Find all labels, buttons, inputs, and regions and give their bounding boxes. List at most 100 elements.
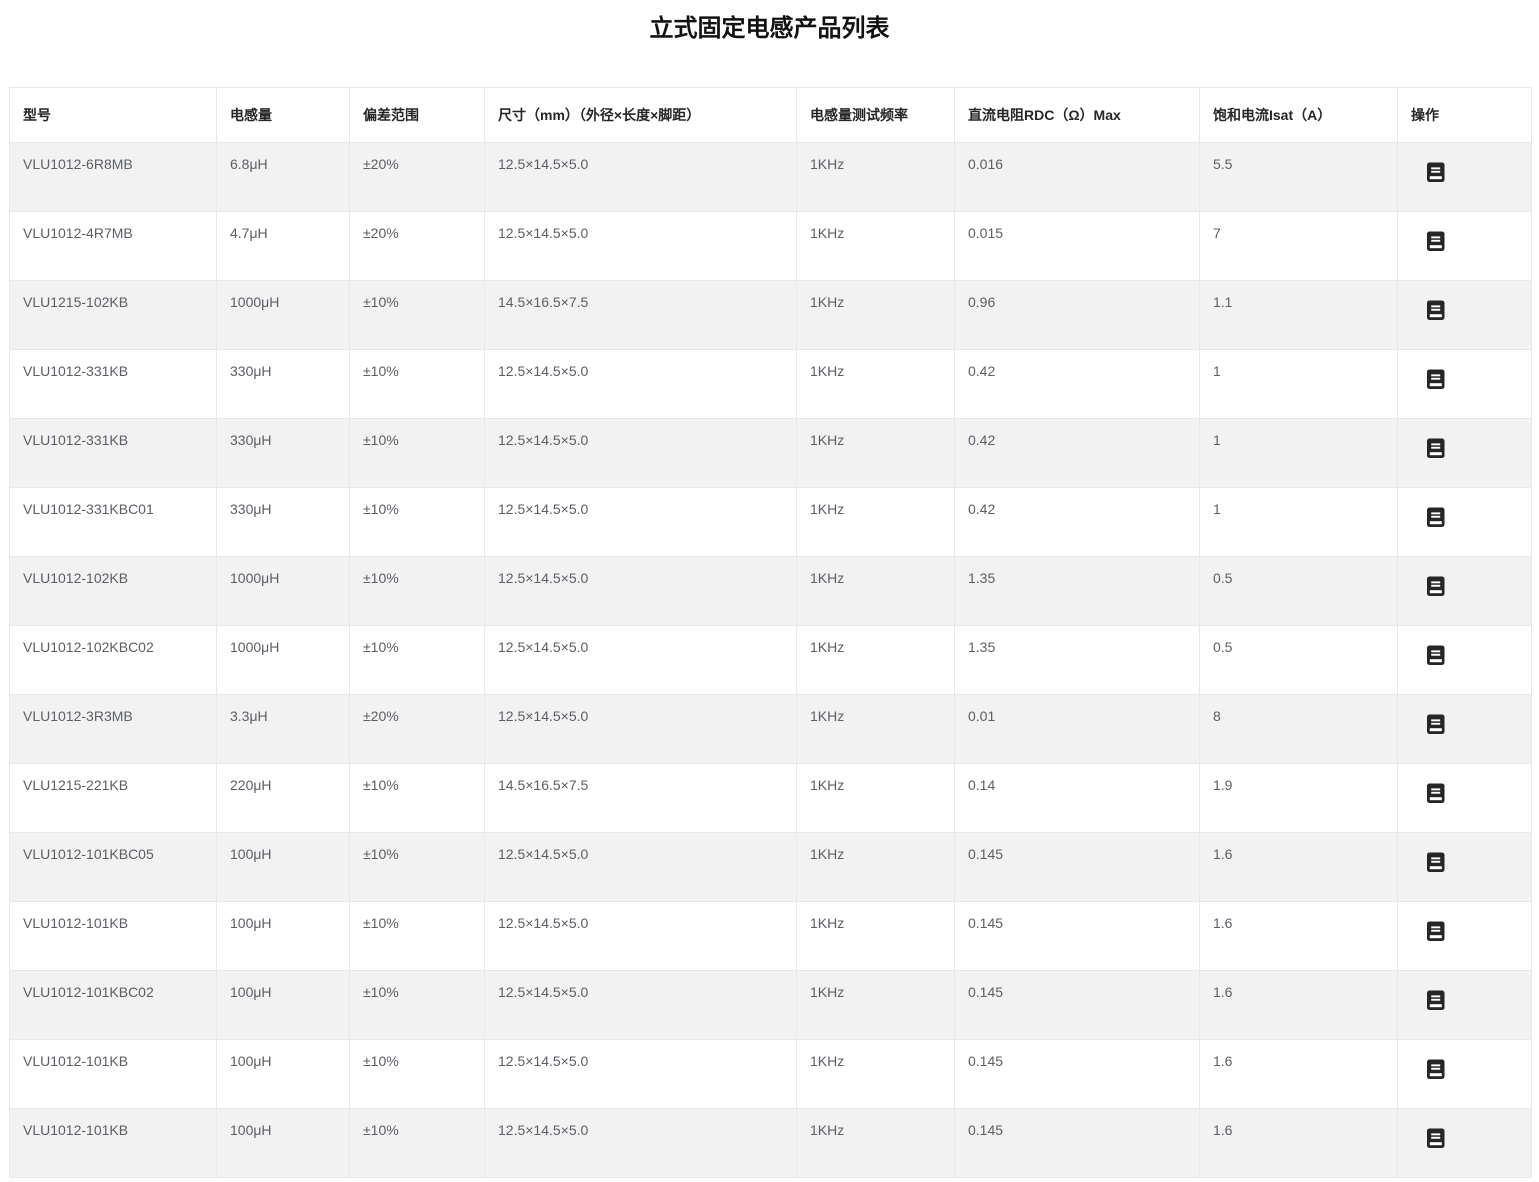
column-header-model: 型号 [10, 88, 217, 143]
cell-size: 12.5×14.5×5.0 [485, 971, 797, 1040]
cell-size: 12.5×14.5×5.0 [485, 557, 797, 626]
cell-model: VLU1012-102KBC02 [10, 626, 217, 695]
cell-action [1398, 902, 1532, 971]
cell-model: VLU1012-331KB [10, 350, 217, 419]
cell-inductance: 100μH [217, 833, 350, 902]
cell-test-frequency: 1KHz [797, 1040, 955, 1109]
cell-model: VLU1012-102KB [10, 557, 217, 626]
cell-isat: 1 [1200, 350, 1398, 419]
cell-isat: 1 [1200, 488, 1398, 557]
cell-inductance: 330μH [217, 419, 350, 488]
cell-isat: 1 [1200, 419, 1398, 488]
column-header-isat: 饱和电流Isat（A） [1200, 88, 1398, 143]
datasheet-book-icon[interactable] [1426, 1059, 1446, 1080]
datasheet-book-icon[interactable] [1426, 438, 1446, 459]
cell-test-frequency: 1KHz [797, 833, 955, 902]
cell-test-frequency: 1KHz [797, 695, 955, 764]
cell-test-frequency: 1KHz [797, 902, 955, 971]
cell-inductance: 100μH [217, 902, 350, 971]
table-body: VLU1012-6R8MB6.8μH±20%12.5×14.5×5.01KHz0… [10, 143, 1532, 1178]
cell-tolerance: ±20% [350, 695, 485, 764]
cell-model: VLU1215-102KB [10, 281, 217, 350]
cell-rdc: 0.145 [955, 833, 1200, 902]
cell-tolerance: ±10% [350, 764, 485, 833]
cell-action [1398, 212, 1532, 281]
datasheet-book-icon[interactable] [1426, 576, 1446, 597]
cell-isat: 1.6 [1200, 1040, 1398, 1109]
cell-action [1398, 488, 1532, 557]
cell-model: VLU1012-3R3MB [10, 695, 217, 764]
cell-rdc: 1.35 [955, 557, 1200, 626]
datasheet-book-icon[interactable] [1426, 990, 1446, 1011]
cell-tolerance: ±10% [350, 902, 485, 971]
cell-tolerance: ±10% [350, 626, 485, 695]
column-header-inductance: 电感量 [217, 88, 350, 143]
cell-action [1398, 350, 1532, 419]
cell-isat: 1.9 [1200, 764, 1398, 833]
cell-isat: 1.6 [1200, 1109, 1398, 1178]
cell-rdc: 0.145 [955, 971, 1200, 1040]
cell-action [1398, 419, 1532, 488]
datasheet-book-icon[interactable] [1426, 231, 1446, 252]
cell-rdc: 0.42 [955, 488, 1200, 557]
cell-inductance: 3.3μH [217, 695, 350, 764]
cell-inductance: 100μH [217, 1040, 350, 1109]
cell-tolerance: ±10% [350, 833, 485, 902]
datasheet-book-icon[interactable] [1426, 162, 1446, 183]
cell-model: VLU1012-101KB [10, 1109, 217, 1178]
column-header-action: 操作 [1398, 88, 1532, 143]
cell-size: 12.5×14.5×5.0 [485, 1109, 797, 1178]
cell-tolerance: ±10% [350, 488, 485, 557]
datasheet-book-icon[interactable] [1426, 645, 1446, 666]
cell-isat: 1.6 [1200, 833, 1398, 902]
cell-rdc: 0.145 [955, 902, 1200, 971]
cell-test-frequency: 1KHz [797, 1109, 955, 1178]
cell-inductance: 220μH [217, 764, 350, 833]
cell-test-frequency: 1KHz [797, 764, 955, 833]
cell-isat: 1.6 [1200, 971, 1398, 1040]
table-row: VLU1012-101KBC05100μH±10%12.5×14.5×5.01K… [10, 833, 1532, 902]
datasheet-book-icon[interactable] [1426, 507, 1446, 528]
cell-tolerance: ±10% [350, 419, 485, 488]
cell-inductance: 330μH [217, 488, 350, 557]
cell-action [1398, 143, 1532, 212]
table-row: VLU1012-6R8MB6.8μH±20%12.5×14.5×5.01KHz0… [10, 143, 1532, 212]
cell-rdc: 0.42 [955, 350, 1200, 419]
datasheet-book-icon[interactable] [1426, 300, 1446, 321]
cell-action [1398, 1109, 1532, 1178]
cell-action [1398, 281, 1532, 350]
datasheet-book-icon[interactable] [1426, 1128, 1446, 1149]
cell-model: VLU1012-101KB [10, 1040, 217, 1109]
table-row: VLU1012-331KB330μH±10%12.5×14.5×5.01KHz0… [10, 350, 1532, 419]
cell-model: VLU1012-101KB [10, 902, 217, 971]
cell-test-frequency: 1KHz [797, 350, 955, 419]
cell-test-frequency: 1KHz [797, 419, 955, 488]
cell-action [1398, 557, 1532, 626]
table-row: VLU1012-101KB100μH±10%12.5×14.5×5.01KHz0… [10, 902, 1532, 971]
cell-isat: 0.5 [1200, 557, 1398, 626]
cell-model: VLU1215-221KB [10, 764, 217, 833]
cell-size: 12.5×14.5×5.0 [485, 833, 797, 902]
cell-isat: 5.5 [1200, 143, 1398, 212]
datasheet-book-icon[interactable] [1426, 852, 1446, 873]
datasheet-book-icon[interactable] [1426, 714, 1446, 735]
cell-test-frequency: 1KHz [797, 143, 955, 212]
cell-tolerance: ±10% [350, 971, 485, 1040]
table-row: VLU1012-331KBC01330μH±10%12.5×14.5×5.01K… [10, 488, 1532, 557]
datasheet-book-icon[interactable] [1426, 369, 1446, 390]
cell-test-frequency: 1KHz [797, 212, 955, 281]
cell-rdc: 0.015 [955, 212, 1200, 281]
cell-model: VLU1012-101KBC02 [10, 971, 217, 1040]
cell-inductance: 6.8μH [217, 143, 350, 212]
cell-rdc: 1.35 [955, 626, 1200, 695]
datasheet-book-icon[interactable] [1426, 921, 1446, 942]
product-table: 型号电感量偏差范围尺寸（mm）（外径×长度×脚距）电感量测试频率直流电阻RDC（… [9, 87, 1532, 1178]
datasheet-book-icon[interactable] [1426, 783, 1446, 804]
page-title: 立式固定电感产品列表 [0, 14, 1539, 44]
cell-action [1398, 833, 1532, 902]
cell-tolerance: ±20% [350, 143, 485, 212]
table-row: VLU1012-102KB1000μH±10%12.5×14.5×5.01KHz… [10, 557, 1532, 626]
table-row: VLU1215-221KB220μH±10%14.5×16.5×7.51KHz0… [10, 764, 1532, 833]
cell-model: VLU1012-6R8MB [10, 143, 217, 212]
column-header-rdc: 直流电阻RDC（Ω）Max [955, 88, 1200, 143]
